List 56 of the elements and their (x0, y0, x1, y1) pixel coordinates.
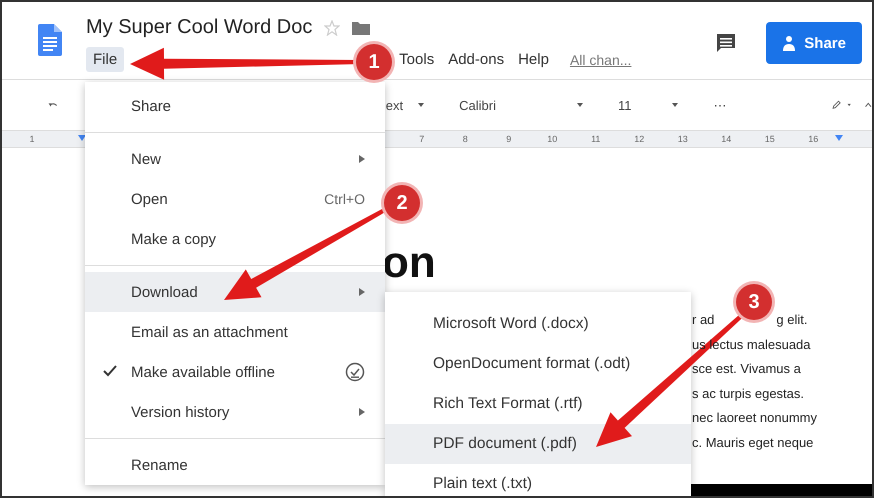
star-icon (324, 20, 340, 36)
paragraph-text: g elit. (776, 311, 808, 329)
paragraph-line: nec laoreet nonummy (692, 409, 818, 427)
paragraph-line: sce est. Vivamus a (692, 360, 802, 378)
ruler-number: 16 (807, 134, 820, 144)
ruler-number: 13 (676, 134, 689, 144)
indent-marker-icon (835, 135, 843, 143)
paragraph-line: c. Mauris eget neque (692, 434, 814, 452)
ruler-number: 10 (546, 134, 558, 144)
comment-icon (716, 33, 736, 53)
ruler-number: 8 (462, 134, 469, 144)
menu-bar-item[interactable]: File (86, 47, 124, 72)
menu-item[interactable]: OpenDocument format (.odt) (385, 344, 691, 384)
step-number-badge: 3 (736, 284, 772, 320)
collapse-icon (865, 100, 872, 110)
person-icon (782, 35, 796, 51)
ruler-number: 9 (505, 134, 512, 144)
menu-item[interactable]: PDF document (.pdf) (385, 424, 691, 464)
caret-icon (671, 101, 680, 109)
indent-marker-icon (78, 135, 86, 143)
font-dropdown[interactable]: Calibri (453, 96, 590, 114)
menu-item[interactable]: Rich Text Format (.rtf) (385, 384, 691, 424)
menu-item[interactable]: Download (85, 272, 385, 312)
share-button[interactable]: Share (766, 22, 862, 64)
menu-bar-item[interactable]: Help (511, 47, 556, 72)
folder-icon (352, 20, 370, 36)
caret-icon (847, 101, 852, 109)
menu-item[interactable]: Rename (85, 445, 385, 485)
paragraph-line: s ac turpis egestas. (692, 384, 805, 403)
document-heading: on (382, 238, 436, 288)
font-size-dropdown[interactable]: 11 (612, 96, 686, 114)
caret-icon (576, 101, 584, 109)
menu-item[interactable]: Microsoft Word (.docx) (385, 304, 691, 344)
menu-bar-item[interactable]: Tools (392, 47, 442, 72)
step-number-badge: 2 (384, 185, 420, 221)
ruler-number: 15 (764, 134, 776, 144)
ruler-number: 1 (28, 134, 36, 144)
ruler-number: 7 (418, 134, 426, 144)
menu-item[interactable]: Make available offline (85, 352, 385, 392)
ruler-number: 14 (720, 134, 732, 144)
menu-item[interactable]: Version history (85, 392, 385, 432)
more-button[interactable]: ⋯ (707, 96, 732, 114)
last-edit-link[interactable]: All chan... (570, 52, 632, 68)
menu-bar-item[interactable]: Add-ons (441, 47, 512, 72)
menu-item[interactable]: Plain text (.txt) (385, 464, 691, 496)
ruler-number: 12 (633, 134, 646, 144)
ruler-number: 11 (590, 134, 602, 144)
paragraph-text: r ad (692, 311, 714, 329)
document-title[interactable]: My Super Cool Word Doc (86, 16, 312, 39)
docs-logo-icon (38, 24, 62, 56)
menu-item[interactable]: Email as an attachment (85, 312, 385, 352)
menu-item[interactable]: Make a copy (85, 219, 385, 259)
menu-item[interactable]: New (85, 139, 385, 179)
menu-item[interactable]: Open Ctrl+O (85, 179, 385, 219)
caret-icon (417, 101, 426, 109)
step-number-badge: 1 (356, 44, 392, 80)
